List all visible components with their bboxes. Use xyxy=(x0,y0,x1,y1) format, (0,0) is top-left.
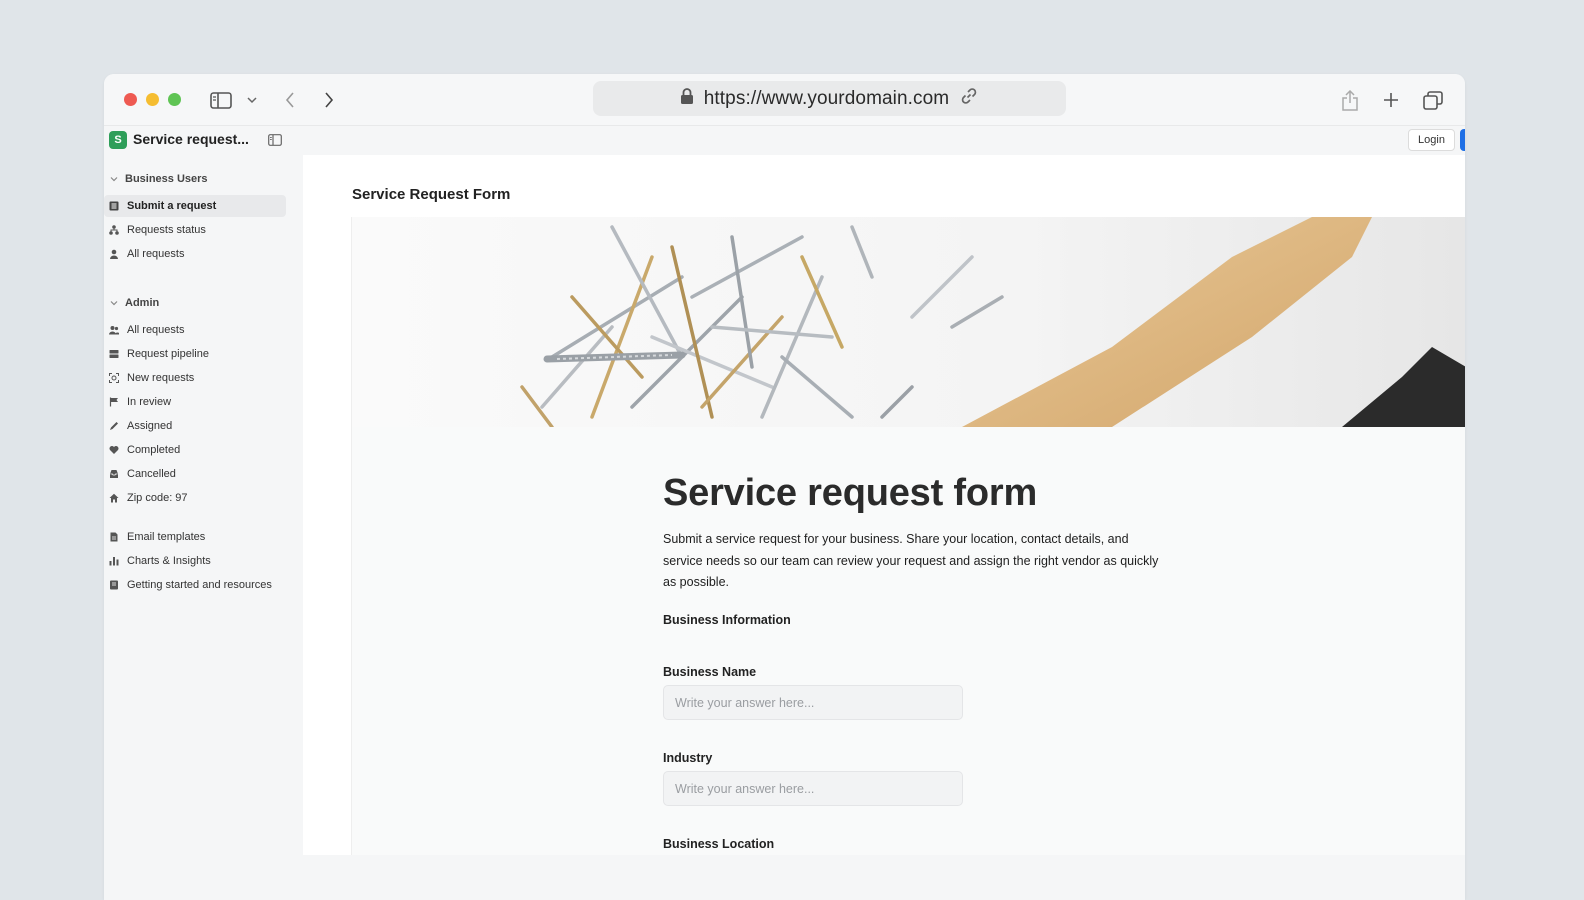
sidebar-item-in-review[interactable]: In review xyxy=(104,391,286,413)
chevron-down-icon xyxy=(110,301,118,306)
bar-chart-icon xyxy=(109,556,119,566)
url-text: https://www.yourdomain.com xyxy=(703,87,950,109)
sidebar-item-label: New requests xyxy=(127,372,195,384)
sidebar-item-label: Assigned xyxy=(127,420,173,432)
sidebar-item-new-requests[interactable]: New requests xyxy=(104,367,286,389)
business-name-input[interactable] xyxy=(663,685,963,720)
browser-toolbar: https://www.yourdomain.com xyxy=(104,74,1465,126)
hierarchy-icon xyxy=(109,225,119,235)
sidebar-item-email-templates[interactable]: Email templates xyxy=(104,526,286,548)
banner-image xyxy=(352,217,1465,427)
sidebar-item-label: Cancelled xyxy=(127,468,176,480)
sidebar-item-label: All requests xyxy=(127,248,185,260)
panel-toggle-icon[interactable] xyxy=(268,133,284,149)
browser-window: https://www.yourdomain.com S Service req… xyxy=(104,74,1465,900)
share-icon[interactable] xyxy=(1338,88,1362,112)
service-request-form: Service request form Submit a service re… xyxy=(663,471,1173,851)
sidebar-item-request-pipeline[interactable]: Request pipeline xyxy=(104,343,286,365)
sidebar-item-label: Email templates xyxy=(127,531,206,543)
signup-button-edge[interactable] xyxy=(1460,129,1465,151)
main-content: Service Request Form Service request for… xyxy=(303,155,1465,855)
sidebar-item-label: Getting started and resources xyxy=(127,579,272,591)
close-window-button[interactable] xyxy=(124,93,137,106)
sidebar-item-requests-status[interactable]: Requests status xyxy=(104,219,286,241)
flag-icon xyxy=(109,397,119,407)
book-icon xyxy=(109,580,119,590)
new-tab-icon[interactable] xyxy=(1379,88,1403,112)
sidebar-item-charts-insights[interactable]: Charts & Insights xyxy=(104,550,286,572)
sidebar-item-submit-request[interactable]: Submit a request xyxy=(104,195,286,217)
sidebar-item-label: All requests xyxy=(127,324,185,336)
section-header-admin[interactable]: Admin xyxy=(109,297,159,309)
list-icon xyxy=(109,201,119,211)
sidebar-item-completed[interactable]: Completed xyxy=(104,439,286,461)
sidebar-item-admin-all-requests[interactable]: All requests xyxy=(104,319,286,341)
section-title: Business Users xyxy=(125,173,208,185)
group-title-business-location: Business Location xyxy=(663,837,775,851)
field-label-industry: Industry xyxy=(663,751,713,765)
app-logo: S xyxy=(109,131,127,149)
form-description: Submit a service request for your busine… xyxy=(663,532,1159,589)
sidebar-item-cancelled[interactable]: Cancelled xyxy=(104,463,286,485)
forward-button[interactable] xyxy=(317,88,341,112)
maximize-window-button[interactable] xyxy=(168,93,181,106)
sidebar-item-label: Zip code: 97 xyxy=(127,492,188,504)
home-icon xyxy=(109,493,119,503)
group-title-business-information: Business Information xyxy=(663,613,791,627)
chevron-down-icon[interactable] xyxy=(240,88,264,112)
sidebar-item-all-requests[interactable]: All requests xyxy=(104,243,286,265)
sidebar-item-label: Charts & Insights xyxy=(127,555,211,567)
heart-icon xyxy=(109,445,119,455)
form-card: Service request form Submit a service re… xyxy=(351,217,1465,855)
minimize-window-button[interactable] xyxy=(146,93,159,106)
sidebar-item-label: Requests status xyxy=(127,224,206,236)
link-icon[interactable] xyxy=(959,86,979,111)
sidebar-item-assigned[interactable]: Assigned xyxy=(104,415,286,437)
sidebar-item-zip-code[interactable]: Zip code: 97 xyxy=(104,487,286,509)
address-bar[interactable]: https://www.yourdomain.com xyxy=(593,81,1066,116)
scan-icon xyxy=(109,373,119,383)
page-title: Service Request Form xyxy=(352,186,511,203)
sidebar-item-label: Submit a request xyxy=(127,200,217,212)
sidebar-toggle-icon[interactable] xyxy=(209,88,233,112)
login-button[interactable]: Login xyxy=(1408,129,1455,151)
section-title: Admin xyxy=(125,297,160,309)
sidebar-item-label: Completed xyxy=(127,444,181,456)
sidebar-item-getting-started[interactable]: Getting started and resources xyxy=(104,574,286,596)
user-icon xyxy=(109,249,119,259)
form-title: Service request form xyxy=(663,472,1038,514)
industry-input[interactable] xyxy=(663,771,963,806)
app-title[interactable]: Service request... xyxy=(133,131,249,147)
inbox-icon xyxy=(109,469,119,479)
field-label-business-name: Business Name xyxy=(663,665,757,679)
users-icon xyxy=(109,325,119,335)
back-button[interactable] xyxy=(278,88,302,112)
sidebar-item-label: Request pipeline xyxy=(127,348,209,360)
lock-icon xyxy=(680,87,694,110)
document-icon xyxy=(109,532,119,542)
sidebar-item-label: In review xyxy=(127,396,172,408)
pencil-icon xyxy=(109,421,119,431)
kanban-icon xyxy=(109,349,119,359)
app-header: S Service request... Login xyxy=(104,126,1465,156)
chevron-down-icon xyxy=(110,177,118,182)
section-header-business-users[interactable]: Business Users xyxy=(109,173,208,185)
tab-overview-icon[interactable] xyxy=(1421,88,1445,112)
